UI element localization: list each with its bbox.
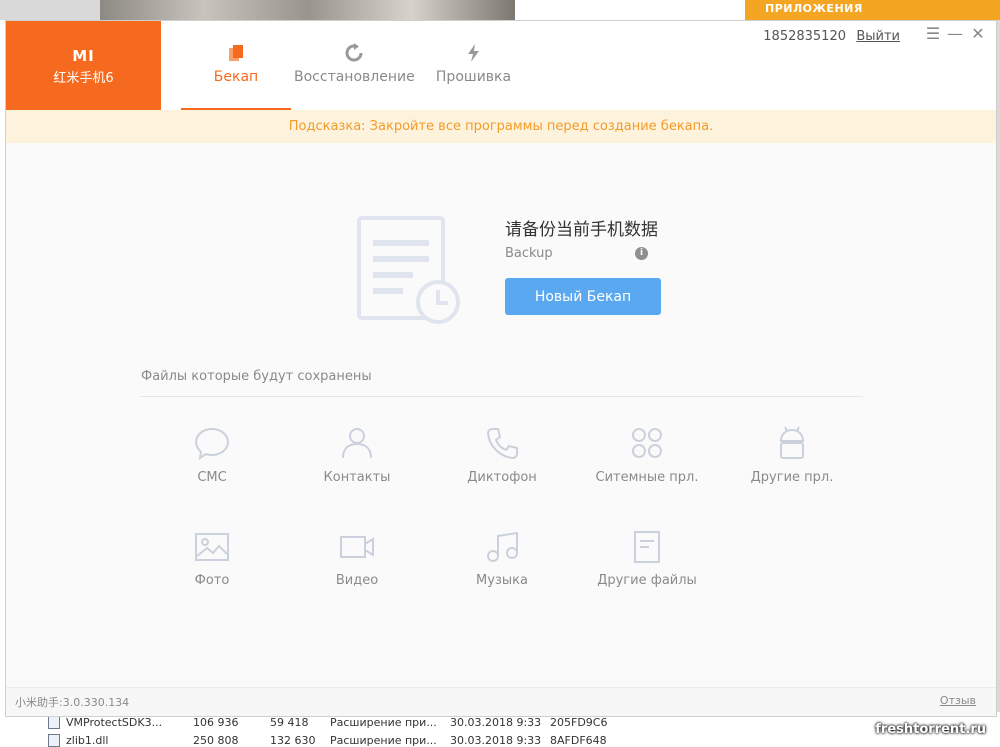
category-other-files[interactable]: Другие файлы	[582, 531, 712, 588]
file-packed-size: 59 418	[270, 716, 309, 729]
file-crc: 205FD9C6	[550, 716, 608, 729]
tab-firmware-label: Прошивка	[435, 69, 512, 85]
device-model: 红米手机6	[53, 71, 114, 86]
category-label: Диктофон	[467, 470, 537, 485]
file-packed-size: 132 630	[270, 734, 316, 747]
backup-icon	[229, 45, 243, 61]
file-name: VMProtectSDK3...	[66, 716, 163, 729]
titlebar: MI 红米手机6 Бекап Восстановление Прошивка 1…	[6, 21, 996, 110]
new-backup-button[interactable]: Новый Бекап	[505, 278, 661, 315]
hero-title: 请备份当前手机数据	[505, 220, 658, 240]
file-icon	[48, 716, 60, 729]
tab-restore-label: Восстановление	[294, 69, 415, 85]
file-type: Расширение при...	[330, 716, 437, 729]
category-system-apps[interactable]: Ситемные прл.	[582, 426, 712, 485]
category-label: Музыка	[476, 573, 528, 588]
menu-icon[interactable]: ☰	[925, 26, 941, 42]
apps-icon	[632, 428, 662, 458]
tab-restore[interactable]: Восстановление	[294, 21, 415, 110]
account-id: 1852835120	[763, 29, 846, 44]
category-label: Другие прл.	[750, 470, 834, 485]
android-icon	[779, 426, 805, 459]
tab-backup-label: Бекап	[213, 69, 259, 85]
category-photos[interactable]: Фото	[147, 531, 277, 588]
category-label: Контакты	[323, 470, 391, 485]
category-label: Другие файлы	[597, 573, 697, 588]
backup-document-icon	[357, 216, 460, 324]
category-contacts[interactable]: Контакты	[292, 426, 422, 485]
background-photo	[100, 0, 515, 20]
contacts-icon	[342, 428, 372, 459]
file-icon	[48, 734, 60, 747]
minimize-icon[interactable]: —	[947, 26, 963, 42]
file-size: 250 808	[193, 734, 239, 747]
info-icon[interactable]: i	[635, 247, 648, 260]
feedback-link[interactable]: Отзыв	[940, 694, 976, 707]
background-page	[515, 0, 745, 20]
category-label: СМС	[197, 470, 227, 485]
photo-icon	[195, 533, 229, 561]
category-label: Фото	[194, 573, 230, 588]
tab-firmware[interactable]: Прошивка	[426, 21, 521, 110]
flash-icon	[467, 44, 479, 62]
file-type: Расширение при...	[330, 734, 437, 747]
category-label: Ситемные прл.	[595, 470, 699, 485]
brand-block: MI 红米手机6	[6, 21, 161, 110]
close-icon[interactable]: ✕	[970, 26, 986, 42]
mi-assistant-window: MI 红米手机6 Бекап Восстановление Прошивка 1…	[5, 20, 997, 717]
music-icon	[487, 531, 518, 562]
background-banner: ПРИЛОЖЕНИЯ	[745, 0, 1000, 20]
sms-icon	[194, 427, 230, 460]
background-banner-text: ПРИЛОЖЕНИЯ	[765, 2, 863, 15]
file-icon	[634, 531, 660, 563]
file-name: zlib1.dll	[66, 734, 109, 747]
category-sms[interactable]: СМС	[147, 426, 277, 485]
tab-backup[interactable]: Бекап	[181, 21, 291, 110]
phone-icon	[486, 428, 518, 460]
restore-icon	[345, 43, 363, 62]
footer: 小米助手:3.0.330.134 Отзыв	[6, 687, 996, 716]
video-icon	[340, 536, 374, 558]
background-file-list: VMProtectSDK3... 106 936 59 418 Расширен…	[0, 712, 1000, 747]
watermark: freshtorrent.ru	[875, 722, 986, 737]
category-recorder[interactable]: Диктофон	[437, 426, 567, 485]
file-size: 106 936	[193, 716, 239, 729]
hero-subtitle: Backup	[505, 246, 553, 261]
category-video[interactable]: Видео	[292, 531, 422, 588]
category-other-apps[interactable]: Другие прл.	[727, 426, 857, 485]
mi-logo: MI	[72, 47, 95, 65]
file-row[interactable]: zlib1.dll 250 808 132 630 Расширение при…	[48, 732, 607, 747]
version-label: 小米助手:3.0.330.134	[15, 696, 130, 709]
file-crc: 8AFDF648	[550, 734, 607, 747]
logout-link[interactable]: Выйти	[856, 29, 900, 44]
section-label: Файлы которые будут сохранены	[141, 369, 372, 384]
category-label: Видео	[335, 573, 379, 588]
file-date: 30.03.2018 9:33	[450, 716, 542, 729]
category-music[interactable]: Музыка	[437, 531, 567, 588]
hint-banner: Подсказка: Закройте все программы перед …	[6, 110, 996, 143]
section-divider	[141, 396, 863, 397]
file-date: 30.03.2018 9:33	[450, 734, 542, 747]
